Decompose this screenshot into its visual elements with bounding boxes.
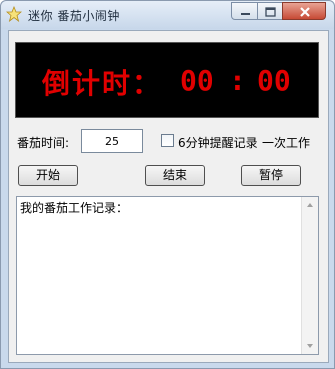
minimize-icon <box>241 13 250 15</box>
end-button[interactable]: 结束 <box>145 165 205 186</box>
timer-seconds: 00 <box>257 64 291 97</box>
pause-button[interactable]: 暂停 <box>241 165 301 186</box>
remind-label[interactable]: 6分钟提醒记录 <box>178 134 258 151</box>
title-bar[interactable]: 迷你 番茄小闹钟 <box>1 1 334 29</box>
scroll-up-icon[interactable] <box>306 202 314 208</box>
pomodoro-time-input[interactable] <box>81 129 143 153</box>
timer-minutes: 00 <box>180 64 214 97</box>
close-button[interactable] <box>282 2 326 20</box>
log-scrollbar[interactable] <box>301 197 318 354</box>
timer-display: 倒计时： 00 : 00 <box>15 42 319 118</box>
app-window: 迷你 番茄小闹钟 倒计时： 00 : 00 番茄时间: 6分 <box>0 0 335 369</box>
main-panel: 倒计时： 00 : 00 番茄时间: 6分钟提醒记录 一次工作 开始 结束 暂停… <box>8 30 329 363</box>
once-work-label: 一次工作 <box>262 136 311 150</box>
window-title: 迷你 番茄小闹钟 <box>28 9 120 23</box>
remind-checkbox[interactable] <box>161 134 174 147</box>
maximize-button[interactable] <box>257 2 283 20</box>
close-icon <box>300 7 310 17</box>
pomodoro-time-label: 番茄时间: <box>17 136 70 150</box>
scroll-down-icon[interactable] <box>306 343 314 349</box>
start-button[interactable]: 开始 <box>18 165 78 186</box>
timer-separator: : <box>229 64 246 97</box>
work-log-textarea[interactable]: 我的番茄工作记录： <box>16 196 319 355</box>
star-icon <box>5 5 23 23</box>
work-log-text: 我的番茄工作记录： <box>20 201 129 215</box>
maximize-icon <box>265 7 276 17</box>
countdown-label: 倒计时： <box>42 67 163 100</box>
minimize-button[interactable] <box>231 2 258 20</box>
